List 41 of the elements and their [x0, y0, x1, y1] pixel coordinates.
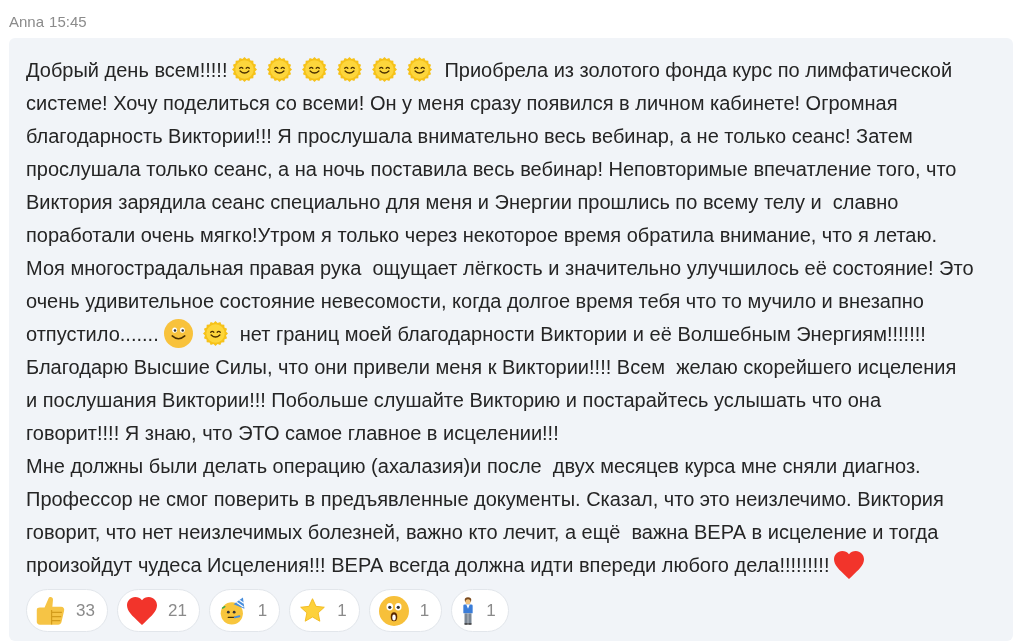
reaction-button[interactable]: 1 [289, 589, 360, 632]
sun-face-icon [232, 57, 258, 82]
message-text: Профессор не смог поверить в предъявленные документы. Сказал, что это неизлечимо. Виктория [26, 486, 944, 512]
message-text: произойдут чудеса Исцеления!!! ВЕРА всегда должна идти впереди любого дела!!!!!!!!! [26, 552, 830, 578]
reaction-button[interactable]: 21 [116, 589, 200, 632]
sun-face-icon [372, 57, 398, 82]
message-text: поработали очень мягко!Утром я только через некоторое время обратила внимание, что я летаю. [26, 222, 938, 248]
standing-person-icon [461, 596, 476, 625]
message-text: прослушала только сеанс, а на ночь поставила весь вебинар! Неповторимые впечатление того, что [26, 156, 957, 182]
message-text: Моя многострадальная правая рука ощущает лёгкость и значительно улучшилось её состояние! Это [26, 255, 974, 281]
message-text: нет границ моей благодарности Виктории и её Волшебным Энергиям!!!!!!! [239, 321, 926, 347]
reaction-button[interactable]: 1 [451, 589, 509, 632]
message-text: благодарность Виктории!!! Я прослушала внимательно весь вебинар, а не только сеанс! Затем [26, 123, 913, 149]
sun-face-icon [202, 321, 228, 346]
message-text: Приобрела из золотого фонда курс по лимфатической [444, 57, 953, 83]
sun-face-icon [407, 57, 433, 82]
smiley-face-icon [163, 319, 193, 348]
message-text: говорит, что нет неизлечимых болезней, важно кто лечит, а ещё важна ВЕРА в исцеление и тогда [26, 519, 939, 545]
sun-face-icon [267, 57, 293, 82]
message-text: Добрый день всем!!!!! [26, 57, 228, 83]
surprised-face-icon [378, 595, 409, 626]
heart-icon [834, 550, 865, 579]
message-text: отпустило....... [26, 321, 159, 347]
party-face-icon [218, 596, 247, 625]
reaction-button[interactable]: 33 [26, 589, 108, 632]
message-text: Благодарю Высшие Силы, что они привели меня к Виктории!!!! Всем желаю скорейшего исцеления [26, 354, 957, 380]
message-text: Мне должны были делать операцию (ахалазия)и после двух месяцев курса мне сняли диагноз. [26, 453, 921, 479]
thumbs-up-icon [36, 596, 65, 625]
star-icon [299, 597, 327, 624]
message-text: говорит!!!! Я знаю, что ЭТО самое главное в исцелении!!! [26, 420, 559, 446]
reaction-button[interactable]: 1 [368, 589, 443, 632]
message-text: очень удивительное состояние невесомости, когда долгое время тебя что то мучило и внезапно [26, 288, 924, 314]
message-time: 15:45 [49, 12, 87, 32]
message-text: системе! Хочу поделиться со всеми! Он у меня сразу появился в личном кабинете! Огромная [26, 90, 898, 116]
message-text: Виктория зарядила сеанс специально для меня и Энергии прошлись по всему телу и славно [26, 189, 899, 215]
heart-icon [126, 596, 157, 625]
message-text: и послушания Виктории!!! Побольше слушайте Викторию и постарайтесь услышать что она [26, 387, 882, 413]
reaction-button[interactable]: 1 [208, 589, 281, 632]
sun-face-icon [337, 57, 363, 82]
author-name: Anna [9, 12, 45, 32]
sun-face-icon [302, 57, 328, 82]
